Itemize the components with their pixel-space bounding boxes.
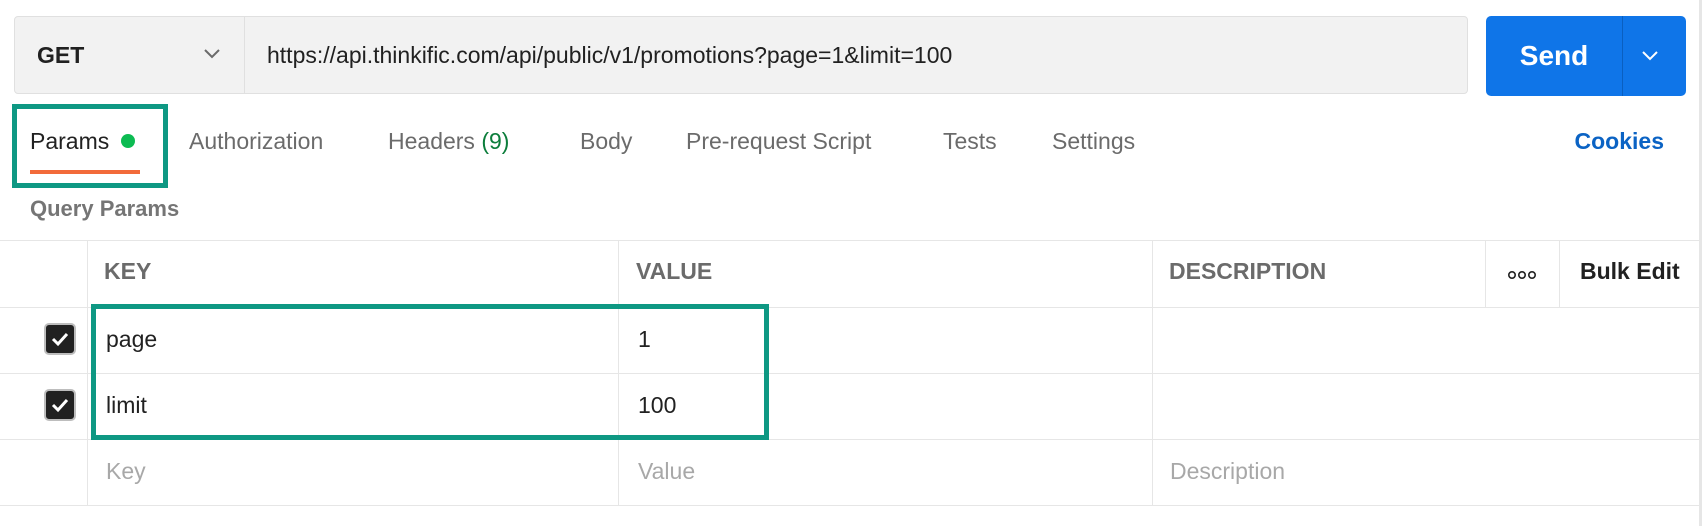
- tab-headers[interactable]: Headers (9): [388, 128, 509, 155]
- row-checkbox[interactable]: [44, 389, 76, 421]
- chevron-down-icon: [204, 49, 220, 59]
- tab-label: Body: [580, 128, 633, 154]
- column-divider: [1485, 240, 1486, 307]
- tab-label: Authorization: [189, 128, 324, 154]
- tab-pre-request-script[interactable]: Pre-request Script: [686, 128, 871, 155]
- column-divider: [1152, 240, 1153, 505]
- method-select[interactable]: GET: [15, 17, 245, 93]
- check-icon: [51, 398, 69, 413]
- tab-body[interactable]: Body: [580, 128, 632, 155]
- cookies-link[interactable]: Cookies: [1575, 128, 1664, 155]
- new-description-input[interactable]: Description: [1170, 458, 1285, 485]
- check-icon: [51, 332, 69, 347]
- column-divider: [1559, 240, 1560, 307]
- tab-authorization[interactable]: Authorization: [189, 128, 323, 155]
- tab-label: Headers: [388, 128, 475, 154]
- tab-settings[interactable]: Settings: [1052, 128, 1135, 155]
- request-url-bar: GET https://api.thinkific.com/api/public…: [14, 16, 1468, 94]
- more-options-icon[interactable]: [1507, 270, 1537, 280]
- query-params-title: Query Params: [30, 196, 180, 221]
- new-value-input[interactable]: Value: [638, 458, 695, 485]
- tab-tests[interactable]: Tests: [943, 128, 997, 155]
- table-border: [0, 240, 1699, 241]
- column-divider: [87, 240, 88, 505]
- send-divider: [1622, 16, 1623, 96]
- row-checkbox[interactable]: [44, 323, 76, 355]
- send-button[interactable]: Send: [1486, 16, 1686, 96]
- params-values-highlight-box: [91, 304, 769, 440]
- tab-label: Settings: [1052, 128, 1136, 154]
- bulk-edit-button[interactable]: Bulk Edit: [1580, 258, 1680, 285]
- method-label: GET: [37, 41, 85, 68]
- headers-count: (9): [481, 128, 510, 154]
- tab-label: Tests: [943, 128, 997, 154]
- table-border: [0, 505, 1699, 506]
- chevron-down-icon[interactable]: [1640, 47, 1660, 65]
- params-highlight-box: [12, 104, 168, 188]
- column-header-key: KEY: [104, 258, 152, 284]
- url-input[interactable]: https://api.thinkific.com/api/public/v1/…: [267, 17, 952, 93]
- send-label: Send: [1519, 40, 1589, 71]
- column-header-value: VALUE: [636, 258, 713, 284]
- new-key-input[interactable]: Key: [106, 458, 146, 485]
- tab-label: Pre-request Script: [686, 128, 872, 154]
- column-header-description: DESCRIPTION: [1169, 258, 1327, 284]
